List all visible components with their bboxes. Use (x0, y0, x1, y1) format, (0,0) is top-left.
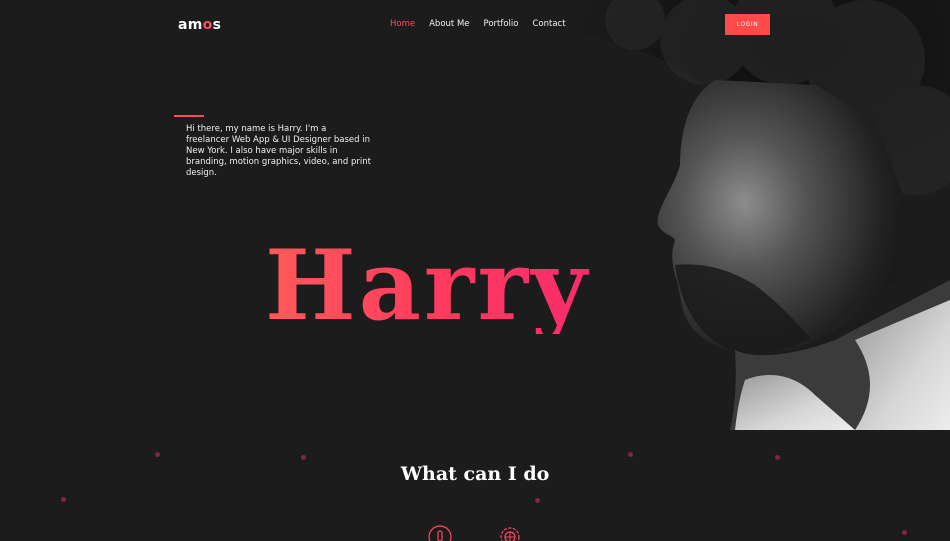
top-navigation: amos Home About Me Portfolio Contact LOG… (0, 0, 950, 50)
login-button[interactable]: LOGIN (725, 14, 770, 35)
decor-dot (61, 497, 66, 502)
intro-accent-line (174, 115, 204, 117)
logo-accent: o (202, 17, 213, 33)
logo-text: am (178, 17, 203, 33)
decor-dot (301, 455, 306, 460)
nav-item-contact[interactable]: Contact (532, 19, 565, 29)
nav-item-about[interactable]: About Me (429, 19, 469, 29)
nav-item-portfolio[interactable]: Portfolio (484, 19, 519, 29)
portrait-image (555, 0, 950, 430)
main-menu: Home About Me Portfolio Contact (390, 19, 580, 29)
decor-dot (155, 452, 160, 457)
decor-dot (902, 530, 907, 535)
hero-section: amos Home About Me Portfolio Contact LOG… (0, 0, 950, 430)
site-logo[interactable]: amos (178, 17, 221, 33)
decor-dot (535, 498, 540, 503)
hero-name: Harry (265, 229, 590, 342)
services-section: What can I do (0, 430, 950, 541)
settings-globe-icon (500, 527, 520, 541)
services-title: What can I do (400, 463, 550, 485)
decor-dot (628, 452, 633, 457)
nav-item-home[interactable]: Home (390, 19, 415, 29)
intro-text: Hi there, my name is Harry. I'm a freela… (186, 124, 371, 178)
logo-text-end: s (212, 17, 222, 33)
decor-dot (775, 455, 780, 460)
touch-icon (428, 525, 452, 541)
